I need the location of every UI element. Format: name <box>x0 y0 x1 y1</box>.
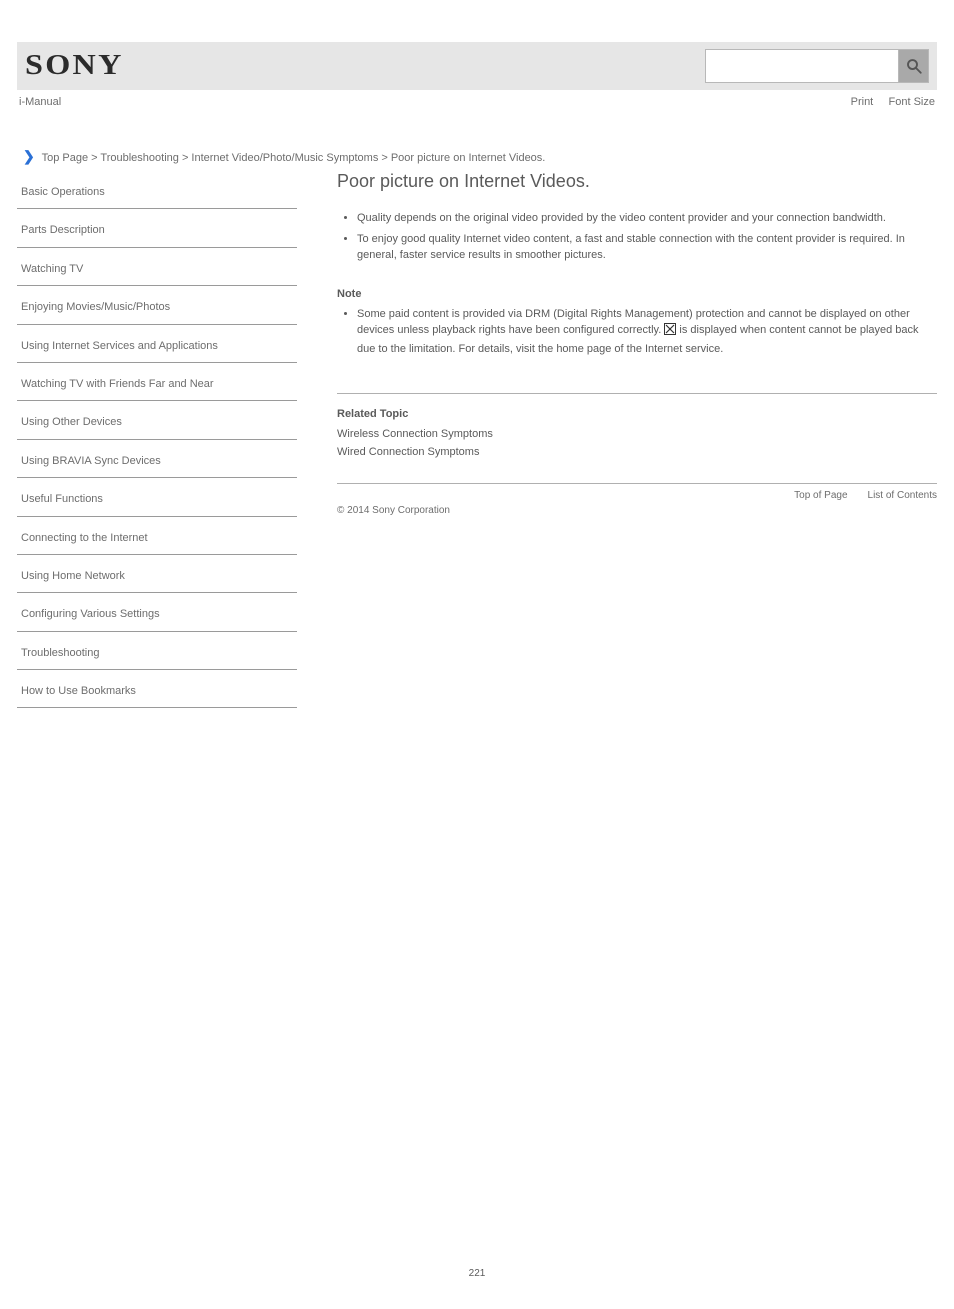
list-item: Some paid content is provided via DRM (D… <box>357 306 937 358</box>
content: Poor picture on Internet Videos. Quality… <box>337 171 937 516</box>
divider <box>337 483 937 484</box>
sidebar: Basic Operations Parts Description Watch… <box>17 171 297 708</box>
note-list: Some paid content is provided via DRM (D… <box>337 306 937 358</box>
sidebar-item[interactable]: Configuring Various Settings <box>17 593 297 631</box>
sidebar-item[interactable]: Basic Operations <box>17 171 297 209</box>
topbar: SONY <box>17 42 937 90</box>
related-link[interactable]: Wired Connection Symptoms <box>337 444 937 462</box>
page-number: 221 <box>17 1268 937 1309</box>
sidebar-item[interactable]: Using Other Devices <box>17 401 297 439</box>
brand-logo: SONY <box>25 50 124 82</box>
search-box <box>705 49 929 83</box>
sidebar-item[interactable]: Connecting to the Internet <box>17 517 297 555</box>
list-item: To enjoy good quality Internet video con… <box>357 231 937 264</box>
manual-title: i-Manual <box>19 96 61 108</box>
sidebar-item[interactable]: Enjoying Movies/Music/Photos <box>17 286 297 324</box>
sidebar-item[interactable]: Watching TV <box>17 248 297 286</box>
breadcrumb-text: Top Page > Troubleshooting > Internet Vi… <box>42 152 546 164</box>
search-input[interactable] <box>706 50 898 82</box>
chevron-right-icon: ❯ <box>23 148 35 164</box>
divider <box>337 393 937 394</box>
sidebar-item[interactable]: Using BRAVIA Sync Devices <box>17 440 297 478</box>
top-of-page-link[interactable]: Top of Page <box>794 490 847 501</box>
list-of-contents-link[interactable]: List of Contents <box>868 490 937 501</box>
note-heading: Note <box>337 288 937 300</box>
related-link[interactable]: Wireless Connection Symptoms <box>337 426 937 444</box>
bullet-list: Quality depends on the original video pr… <box>337 210 937 264</box>
related-links: Wireless Connection Symptoms Wired Conne… <box>337 426 937 461</box>
under-topbar: i-Manual Print Font Size <box>17 90 937 114</box>
sidebar-item[interactable]: Useful Functions <box>17 478 297 516</box>
footer-links: Top of Page List of Contents <box>337 490 937 501</box>
sidebar-item[interactable]: Using Internet Services and Applications <box>17 325 297 363</box>
sidebar-item[interactable]: Parts Description <box>17 209 297 247</box>
sidebar-item[interactable]: Troubleshooting <box>17 632 297 670</box>
page-title: Poor picture on Internet Videos. <box>337 171 937 192</box>
breadcrumb: ❯ Top Page > Troubleshooting > Internet … <box>23 148 937 165</box>
list-item: Quality depends on the original video pr… <box>357 210 937 227</box>
related-heading: Related Topic <box>337 408 937 420</box>
sidebar-item[interactable]: Using Home Network <box>17 555 297 593</box>
print-link[interactable]: Print <box>851 96 874 108</box>
search-icon <box>905 57 923 75</box>
search-button[interactable] <box>898 50 928 82</box>
font-size-link[interactable]: Font Size <box>889 96 935 108</box>
x-box-icon <box>664 323 676 341</box>
sidebar-item[interactable]: Watching TV with Friends Far and Near <box>17 363 297 401</box>
copyright: © 2014 Sony Corporation <box>337 505 937 516</box>
sidebar-item[interactable]: How to Use Bookmarks <box>17 670 297 708</box>
